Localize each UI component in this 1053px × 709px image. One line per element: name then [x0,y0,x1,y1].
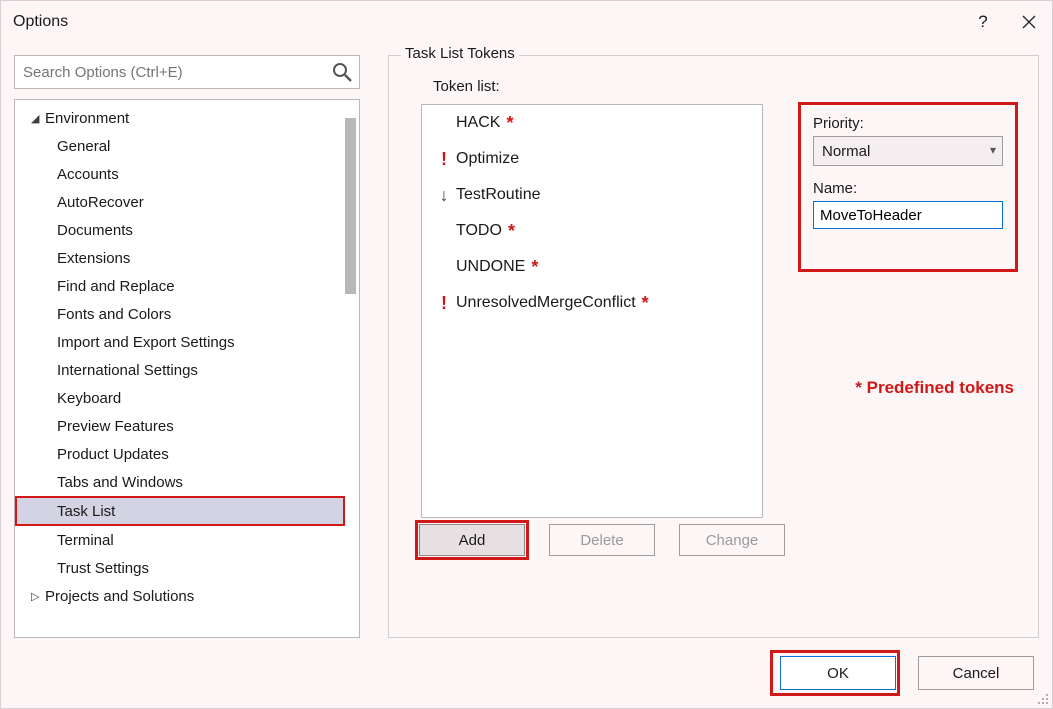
predefined-star-icon: * [506,113,513,134]
token-properties: Priority: Normal ▾ Name: [798,102,1018,272]
predefined-star-icon: * [508,221,515,242]
tree-item-label: Extensions [57,250,130,267]
search-field[interactable] [14,55,360,89]
predefined-legend: * Predefined tokens [855,378,1014,398]
close-button[interactable] [1006,1,1052,43]
tree-item[interactable]: AutoRecover [17,188,345,216]
tree-item-label: Fonts and Colors [57,306,171,323]
token-label: TODO [456,222,502,240]
change-button[interactable]: Change [679,524,785,556]
token-label: Optimize [456,150,519,168]
tree-item[interactable]: Preview Features [17,412,345,440]
name-label: Name: [813,180,1003,197]
tree-item-label: Task List [57,503,115,520]
tree-item-label: Find and Replace [57,278,175,295]
tree-item-label: Environment [45,110,129,127]
tree-item-label: Trust Settings [57,560,149,577]
tree-item-label: AutoRecover [57,194,144,211]
tree-item-label: Terminal [57,532,114,549]
tree-item-label: Accounts [57,166,119,183]
priority-label: Priority: [813,115,1003,132]
tree-item-label: Documents [57,222,133,239]
token-list[interactable]: HACK*!Optimize↓TestRoutine TODO* UNDONE*… [421,104,763,518]
tree-item[interactable]: Tabs and Windows [17,468,345,496]
chevron-right-icon: ▷ [31,590,45,603]
tree-item[interactable]: Terminal [17,526,345,554]
tree-item[interactable]: ◢Environment [17,104,345,132]
search-input[interactable] [15,56,359,88]
tree-item-label: Preview Features [57,418,174,435]
chevron-down-icon: ▾ [990,143,996,157]
token-label: UNDONE [456,258,525,276]
name-input[interactable] [813,201,1003,229]
priority-normal-icon [432,221,456,242]
tree-item[interactable]: Extensions [17,244,345,272]
token-row[interactable]: !UnresolvedMergeConflict * [422,285,762,321]
token-label: HACK [456,114,500,132]
token-list-label: Token list: [433,78,1020,95]
cancel-button[interactable]: Cancel [918,656,1034,690]
tree-item-label: Projects and Solutions [45,588,194,605]
token-row[interactable]: TODO * [422,213,762,249]
tree-item[interactable]: Documents [17,216,345,244]
tree-item-selected[interactable]: Task List [15,496,345,526]
ok-button[interactable]: OK [780,656,896,690]
predefined-star-icon: * [531,257,538,278]
token-row[interactable]: UNDONE * [422,249,762,285]
token-row[interactable]: HACK * [422,105,762,141]
tree-item[interactable]: Product Updates [17,440,345,468]
predefined-star-icon: * [642,293,649,314]
add-button[interactable]: Add [419,524,525,556]
priority-normal-icon [432,257,456,278]
tree-item-label: Tabs and Windows [57,474,183,491]
token-row[interactable]: ↓TestRoutine [422,177,762,213]
tree-item-label: International Settings [57,362,198,379]
tree-item-label: Import and Export Settings [57,334,235,351]
tree-item[interactable]: General [17,132,345,160]
token-label: UnresolvedMergeConflict [456,294,636,312]
close-icon [1022,15,1036,29]
tree-item[interactable]: International Settings [17,356,345,384]
priority-combo[interactable]: Normal ▾ [813,136,1003,166]
titlebar: Options ? [1,1,1052,43]
tree-item[interactable]: Keyboard [17,384,345,412]
window-title: Options [13,13,68,31]
chevron-down-icon: ◢ [31,112,45,125]
tree-item[interactable]: Find and Replace [17,272,345,300]
priority-high-icon: ! [432,149,456,170]
delete-button[interactable]: Delete [549,524,655,556]
tree-item[interactable]: ▷Projects and Solutions [17,582,345,610]
tree-item-label: Keyboard [57,390,121,407]
options-tree[interactable]: ◢Environment General Accounts AutoRecover Do… [14,99,360,638]
tree-item-label: Product Updates [57,446,169,463]
priority-normal-icon [432,113,456,134]
task-list-tokens-group: Task List Tokens Token list: HACK*!Optim… [388,55,1039,638]
search-icon [331,61,353,83]
scrollbar-thumb[interactable] [345,118,356,294]
token-label: TestRoutine [456,186,541,204]
priority-value: Normal [822,143,870,160]
tree-item-label: General [57,138,110,155]
group-title: Task List Tokens [401,45,519,62]
priority-low-icon: ↓ [432,185,456,206]
token-row[interactable]: !Optimize [422,141,762,177]
resize-grip-icon[interactable] [1036,692,1050,706]
tree-item[interactable]: Accounts [17,160,345,188]
help-button[interactable]: ? [960,1,1006,43]
tree-item[interactable]: Import and Export Settings [17,328,345,356]
tree-item[interactable]: Fonts and Colors [17,300,345,328]
tree-item[interactable]: Trust Settings [17,554,345,582]
priority-high-icon: ! [432,293,456,314]
